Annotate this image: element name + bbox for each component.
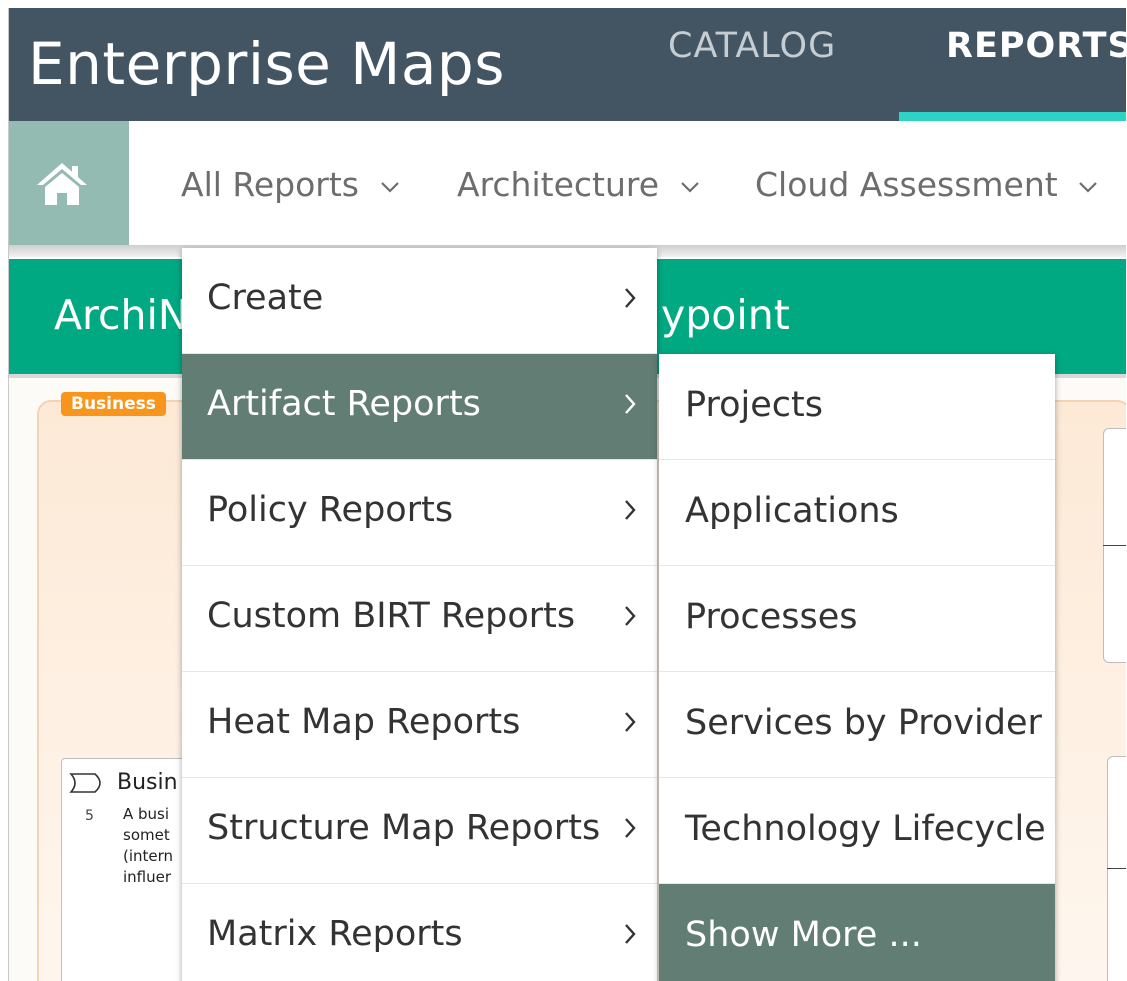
business-card-title: Busin xyxy=(117,770,178,795)
chevron-down-icon xyxy=(680,181,699,193)
subnav-all-reports-label: All Reports xyxy=(181,165,359,204)
artifact-reports-submenu: Projects Applications Processes Services… xyxy=(659,354,1055,981)
business-layer-badge: Business xyxy=(61,392,166,416)
subnav-all-reports[interactable]: All Reports xyxy=(181,165,400,204)
subnav-cloud-assessment[interactable]: Cloud Assessment xyxy=(755,165,1098,204)
app-title: Enterprise Maps xyxy=(28,30,505,98)
business-card-number: 5 xyxy=(85,808,94,824)
card-divider xyxy=(1103,545,1126,546)
submenu-item-label: Processes xyxy=(685,597,858,637)
description-line: somet xyxy=(123,826,170,844)
submenu-item-label: Show More ... xyxy=(685,915,922,955)
all-reports-menu: Create Artifact Reports Policy Reports C… xyxy=(182,248,657,981)
menu-item-matrix-reports[interactable]: Matrix Reports xyxy=(182,884,657,981)
top-header: Enterprise Maps CATALOG REPORTS xyxy=(9,8,1126,121)
menu-item-artifact-reports[interactable]: Artifact Reports xyxy=(182,354,657,460)
submenu-item-label: Projects xyxy=(685,385,823,425)
chevron-right-icon xyxy=(625,712,636,732)
chevron-right-icon xyxy=(625,818,636,838)
description-line: A busi xyxy=(123,805,170,823)
submenu-item-label: Services by Provider xyxy=(685,703,1042,743)
submenu-item-projects[interactable]: Projects xyxy=(659,354,1055,460)
home-button[interactable] xyxy=(9,121,129,247)
tab-reports[interactable]: REPORTS xyxy=(946,26,1126,66)
submenu-item-services-by-provider[interactable]: Services by Provider xyxy=(659,672,1055,778)
subnav-architecture[interactable]: Architecture xyxy=(457,165,700,204)
menu-item-custom-birt-reports[interactable]: Custom BIRT Reports xyxy=(182,566,657,672)
menu-item-structure-map-reports[interactable]: Structure Map Reports xyxy=(182,778,657,884)
menu-item-create[interactable]: Create xyxy=(182,248,657,354)
submenu-item-show-more[interactable]: Show More ... xyxy=(659,884,1055,981)
description-line: (intern xyxy=(123,847,174,865)
business-card-description: A busi somet (intern influer xyxy=(123,804,173,888)
menu-item-label: Policy Reports xyxy=(207,490,454,530)
chevron-right-icon xyxy=(625,288,636,308)
chevron-right-icon xyxy=(625,500,636,520)
description-line: influer xyxy=(123,868,172,886)
menu-item-policy-reports[interactable]: Policy Reports xyxy=(182,460,657,566)
chevron-down-icon xyxy=(1079,181,1097,193)
submenu-item-technology-lifecycle[interactable]: Technology Lifecycle xyxy=(659,778,1055,884)
subnav-cloud-assessment-label: Cloud Assessment xyxy=(755,165,1058,204)
menu-item-label: Custom BIRT Reports xyxy=(207,596,576,636)
card-divider xyxy=(1107,868,1126,869)
page-title-left: ArchiN xyxy=(54,291,189,339)
submenu-item-applications[interactable]: Applications xyxy=(659,460,1055,566)
submenu-item-label: Applications xyxy=(685,491,899,531)
chevron-right-icon xyxy=(625,924,636,944)
page-title-right: ypoint xyxy=(661,291,790,339)
submenu-item-label: Technology Lifecycle xyxy=(685,809,1046,849)
subnav-architecture-label: Architecture xyxy=(457,165,660,204)
business-event-icon xyxy=(69,773,101,793)
chevron-down-icon xyxy=(380,181,399,193)
menu-item-label: Structure Map Reports xyxy=(207,808,601,848)
menu-item-label: Heat Map Reports xyxy=(207,702,521,742)
app-window: Enterprise Maps CATALOG REPORTS All Repo… xyxy=(8,8,1126,981)
menu-item-label: Matrix Reports xyxy=(207,914,463,954)
menu-item-heat-map-reports[interactable]: Heat Map Reports xyxy=(182,672,657,778)
submenu-item-processes[interactable]: Processes xyxy=(659,566,1055,672)
sub-navigation: All Reports Architecture Cloud Assessmen… xyxy=(9,121,1126,247)
home-icon xyxy=(37,163,87,205)
chevron-right-icon xyxy=(625,394,636,414)
chevron-right-icon xyxy=(625,606,636,626)
tab-catalog[interactable]: CATALOG xyxy=(668,26,836,66)
menu-item-label: Artifact Reports xyxy=(207,384,481,424)
active-tab-indicator xyxy=(899,112,1126,121)
menu-item-label: Create xyxy=(207,278,324,318)
